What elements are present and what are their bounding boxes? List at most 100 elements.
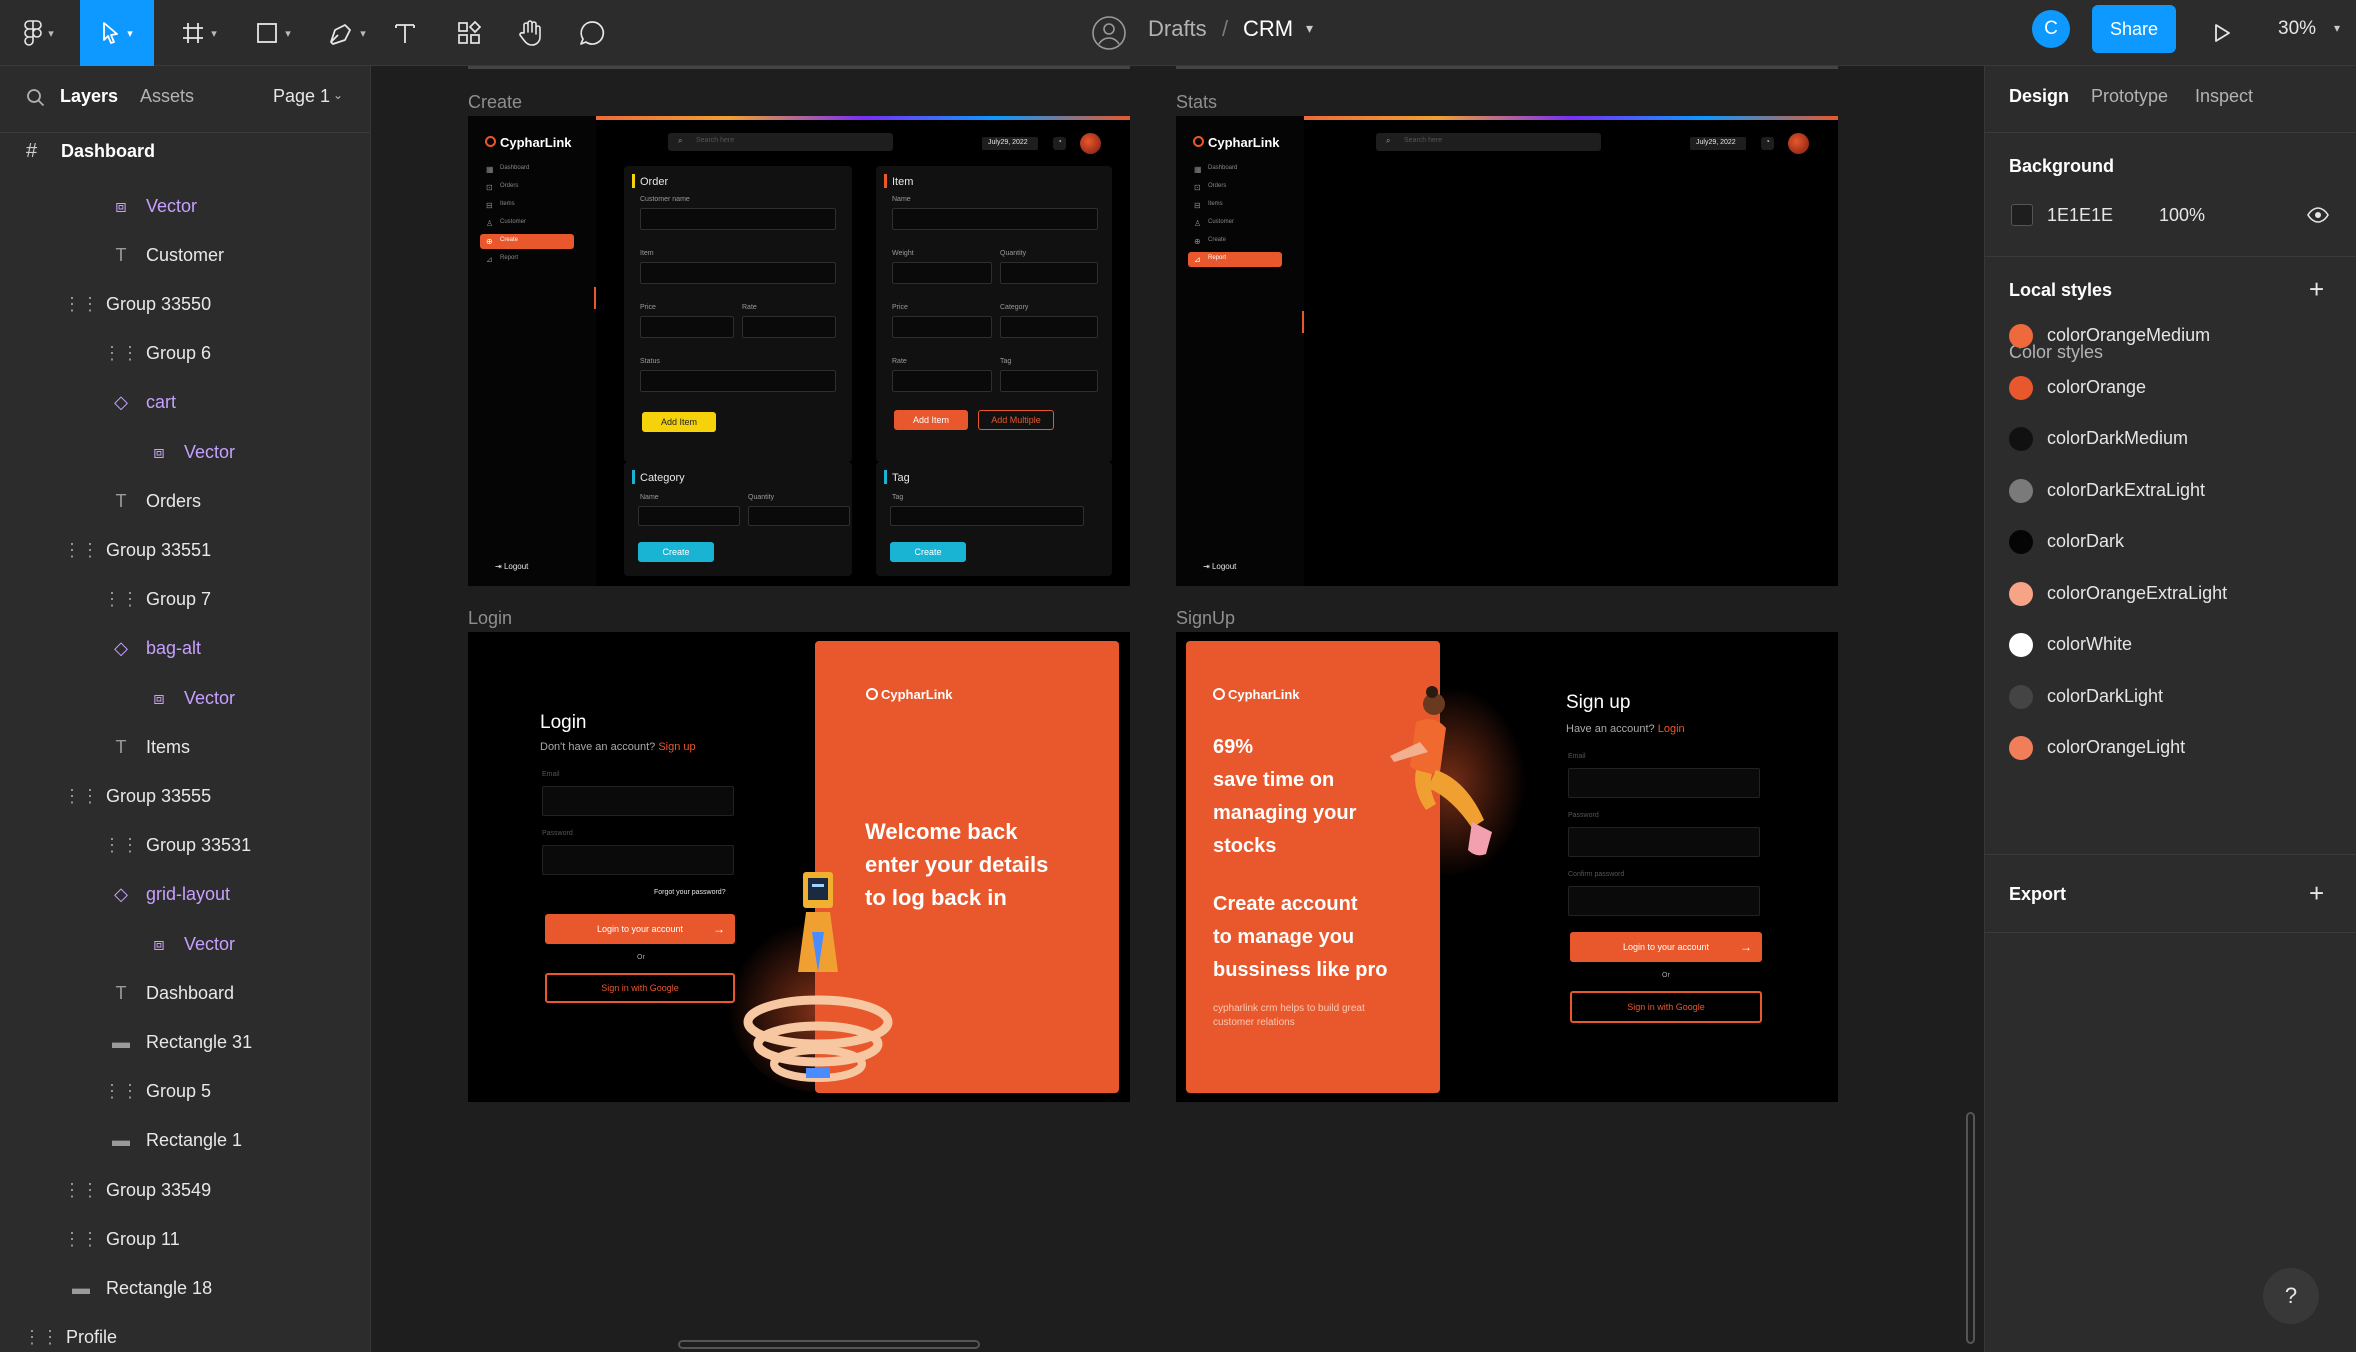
frame-label-stats[interactable]: Stats	[1176, 92, 1217, 113]
status-input[interactable]	[640, 370, 836, 392]
layer-row[interactable]: ▬ Rectangle 31	[110, 1026, 252, 1058]
eye-icon[interactable]	[2307, 206, 2329, 224]
nav-item[interactable]: ⊕ Create	[480, 234, 574, 249]
move-tool-button[interactable]: ▾	[80, 0, 154, 66]
design-canvas[interactable]: Create CypharLink ⌕ Search here July29, …	[372, 66, 1984, 1352]
frame-create[interactable]: CypharLink ⌕ Search here July29, 2022 ◔ …	[468, 116, 1130, 586]
chevron-down-icon[interactable]: ▾	[2334, 21, 2340, 35]
layer-row[interactable]: ⧈ Vector	[148, 436, 235, 468]
color-swatch[interactable]	[2009, 581, 2033, 606]
add-multiple-button[interactable]: Add Multiple	[978, 410, 1054, 430]
layer-row[interactable]: T Orders	[110, 485, 202, 517]
share-button[interactable]: Share	[2092, 5, 2176, 53]
file-name[interactable]: CRM	[1243, 16, 1293, 42]
signup-link[interactable]: Sign up	[658, 741, 695, 753]
shape-tool-button[interactable]: ▾	[244, 0, 302, 66]
nav-item[interactable]: ⊕ Create	[1188, 234, 1282, 249]
email-field[interactable]	[542, 786, 734, 816]
color-swatch[interactable]	[2009, 478, 2033, 503]
layer-row[interactable]: ⋮⋮ Group 33555	[63, 780, 211, 812]
layer-row[interactable]: ▬ Rectangle 18	[70, 1272, 212, 1304]
chevron-down-icon[interactable]: ▾	[1306, 20, 1313, 37]
layer-row[interactable]: T Items	[110, 731, 191, 763]
nav-item[interactable]: ▦ Dashboard	[480, 162, 574, 177]
horizontal-scrollbar[interactable]	[678, 1340, 980, 1349]
color-swatch[interactable]	[2009, 324, 2033, 348]
nav-item[interactable]: ⊡ Orders	[480, 180, 574, 195]
password-field[interactable]	[542, 845, 734, 875]
nav-item[interactable]: ⊡ Orders	[1188, 180, 1282, 195]
tag-input[interactable]	[890, 506, 1084, 526]
price-input[interactable]	[640, 316, 734, 338]
color-style-name[interactable]: colorDarkMedium	[2047, 428, 2188, 449]
nav-item[interactable]: ⊟ Items	[480, 198, 574, 213]
frame-signup[interactable]: CypharLink 69% save time on managing you…	[1176, 632, 1838, 1102]
layer-dashboard-frame[interactable]: Dashboard	[61, 141, 155, 162]
user-avatar[interactable]: C	[2032, 10, 2070, 48]
color-style-name[interactable]: colorWhite	[2047, 634, 2132, 655]
add-style-plus-icon[interactable]: +	[2309, 274, 2324, 305]
background-hex[interactable]: 1E1E1E	[2047, 205, 2113, 226]
layer-row[interactable]: ⋮⋮ Group 5	[103, 1075, 211, 1107]
color-style-name[interactable]: colorOrangeExtraLight	[2047, 583, 2227, 604]
item-input[interactable]	[640, 262, 836, 284]
category-input[interactable]	[1000, 316, 1098, 338]
nav-item[interactable]: ▦ Dashboard	[1188, 162, 1282, 177]
confirm-password-field[interactable]	[1568, 886, 1760, 916]
logout-link[interactable]: ⇥ Logout	[1203, 562, 1236, 571]
team-avatar[interactable]	[1090, 0, 1128, 66]
search-icon[interactable]	[26, 88, 46, 108]
login-button[interactable]: Login to your account →	[545, 914, 735, 944]
color-swatch[interactable]	[2009, 684, 2033, 709]
hand-tool-button[interactable]	[512, 0, 548, 66]
color-swatch[interactable]	[2009, 736, 2033, 760]
email-field[interactable]	[1568, 768, 1760, 798]
layer-row[interactable]: ⋮⋮ Group 33550	[63, 288, 211, 320]
color-style-name[interactable]: colorDarkLight	[2047, 686, 2163, 707]
login-button[interactable]: Login to your account →	[1570, 932, 1762, 962]
background-swatch[interactable]	[2011, 204, 2033, 226]
layer-row[interactable]: ⋮⋮ Group 33549	[63, 1174, 211, 1206]
google-signin-button[interactable]: Sign in with Google	[1570, 991, 1762, 1023]
frame-tool-button[interactable]: ▾	[170, 0, 228, 66]
category-quantity-input[interactable]	[748, 506, 850, 526]
layer-row[interactable]: ⧈ Vector	[110, 190, 197, 222]
text-tool-button[interactable]	[388, 0, 422, 66]
forgot-password-link[interactable]: Forgot your password?	[654, 889, 726, 896]
layer-row[interactable]: ▬ Rectangle 1	[110, 1124, 242, 1156]
layer-row[interactable]: ⋮⋮ Group 6	[103, 337, 211, 369]
search-input[interactable]: ⌕ Search here	[1376, 133, 1601, 151]
tab-assets[interactable]: Assets	[140, 86, 194, 107]
tab-inspect[interactable]: Inspect	[2195, 86, 2253, 107]
layer-row[interactable]: T Dashboard	[110, 977, 235, 1009]
color-swatch[interactable]	[2009, 633, 2033, 657]
profile-avatar[interactable]	[1080, 133, 1101, 154]
rate-input[interactable]	[742, 316, 836, 338]
create-category-button[interactable]: Create	[638, 542, 714, 562]
layer-row[interactable]: ◇ cart	[110, 386, 176, 418]
layer-row[interactable]: ⋮⋮ Group 33531	[103, 829, 251, 861]
pen-tool-button[interactable]: ▾	[318, 0, 376, 66]
password-field[interactable]	[1568, 827, 1760, 857]
frame-label-create[interactable]: Create	[468, 92, 522, 113]
layer-row[interactable]: ⧈ Vector	[148, 682, 235, 714]
logout-link[interactable]: ⇥ Logout	[495, 562, 528, 571]
weight-input[interactable]	[892, 262, 992, 284]
nav-item[interactable]: ⊿ Report	[480, 252, 574, 267]
category-name-input[interactable]	[638, 506, 740, 526]
color-style-name[interactable]: colorDark	[2047, 531, 2124, 552]
frame-label-login[interactable]: Login	[468, 608, 512, 629]
nav-item[interactable]: ♙ Customer	[480, 216, 574, 231]
color-swatch[interactable]	[2009, 375, 2033, 400]
color-swatch[interactable]	[2009, 427, 2033, 451]
frame-stats[interactable]: CypharLink ⌕ Search here July29, 2022 ◔ …	[1176, 116, 1838, 586]
profile-avatar[interactable]	[1788, 133, 1809, 154]
resources-tool-button[interactable]	[452, 0, 486, 66]
create-tag-button[interactable]: Create	[890, 542, 966, 562]
search-input[interactable]: ⌕ Search here	[668, 133, 893, 151]
layer-row[interactable]: ◇ bag-alt	[110, 632, 201, 664]
color-style-name[interactable]: colorOrange	[2047, 377, 2146, 398]
vertical-scrollbar[interactable]	[1966, 1112, 1975, 1344]
layer-row[interactable]: ◇ grid-layout	[110, 878, 230, 910]
tab-prototype[interactable]: Prototype	[2091, 86, 2168, 107]
